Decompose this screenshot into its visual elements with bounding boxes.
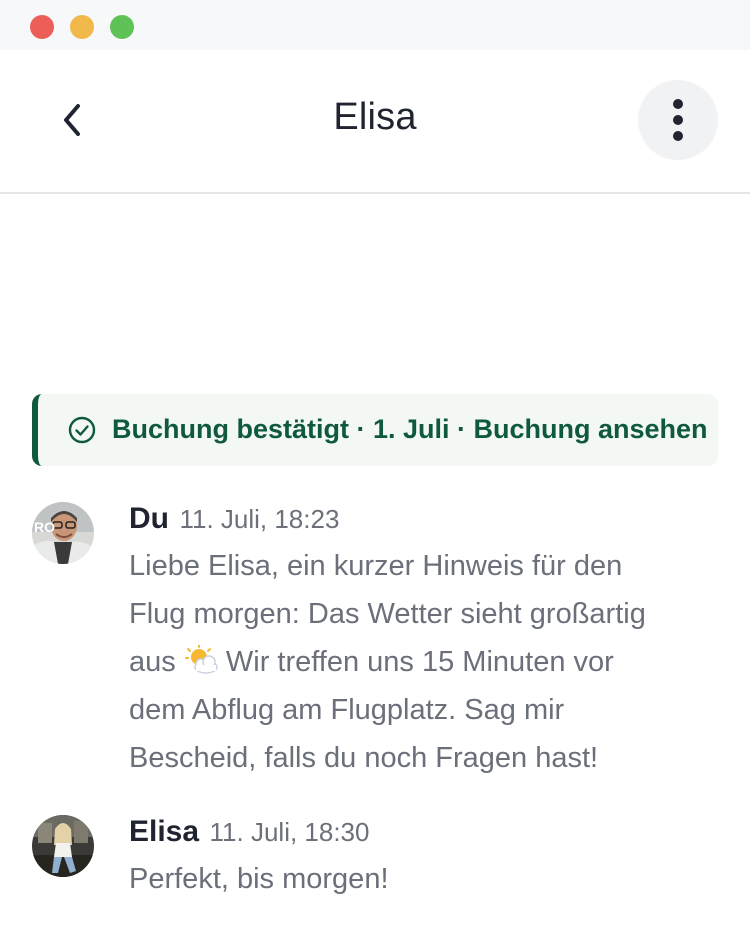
minimize-window-button[interactable] bbox=[70, 15, 94, 39]
avatar[interactable] bbox=[32, 815, 94, 877]
booking-confirmed-banner[interactable]: Buchung bestätigt · 1. Juli · Buchung an… bbox=[32, 394, 718, 466]
sun-behind-cloud-icon bbox=[184, 645, 218, 674]
message-text: Liebe Elisa, ein kurzer Hinweis für den … bbox=[129, 542, 719, 782]
user-photo bbox=[32, 815, 94, 877]
message-timestamp: 11. Juli, 18:23 bbox=[179, 504, 340, 534]
message-line: aus Wir treffen uns 15 Minuten vor bbox=[129, 645, 614, 678]
message-header: Du 11. Juli, 18:23 bbox=[129, 502, 339, 536]
svg-text:RO: RO bbox=[34, 519, 55, 535]
more-vertical-icon bbox=[673, 99, 683, 141]
message-line: Flug morgen: Das Wetter sieht großartig bbox=[129, 598, 646, 630]
chat-window: Elisa Buchung bestätigt · 1. Juli · Buch… bbox=[0, 0, 750, 944]
avatar[interactable]: RO bbox=[32, 502, 94, 564]
window-titlebar bbox=[0, 0, 750, 50]
user-photo: RO bbox=[32, 502, 94, 564]
booking-banner-text: Buchung bestätigt · 1. Juli · Buchung an… bbox=[112, 414, 708, 444]
message-line: dem Abflug am Flugplatz. Sag mir bbox=[129, 694, 565, 726]
more-options-button[interactable] bbox=[638, 80, 718, 160]
close-window-button[interactable] bbox=[30, 15, 54, 39]
conversation-header: Elisa bbox=[0, 50, 750, 194]
zoom-window-button[interactable] bbox=[110, 15, 134, 39]
message-author: Elisa bbox=[129, 815, 200, 848]
message-text: Perfekt, bis morgen! bbox=[129, 863, 389, 895]
message-header: Elisa 11. Juli, 18:30 bbox=[129, 815, 369, 849]
message-item: Elisa 11. Juli, 18:30 Perfekt, bis morge… bbox=[32, 815, 712, 915]
message-item: RO Du 11. Juli, 18:23 Liebe Elisa, ein k… bbox=[32, 502, 712, 782]
message-timestamp: 11. Juli, 18:30 bbox=[209, 817, 370, 847]
message-line: Bescheid, falls du noch Fragen hast! bbox=[129, 742, 599, 774]
check-circle-icon bbox=[68, 416, 96, 444]
message-line: Liebe Elisa, ein kurzer Hinweis für den bbox=[129, 550, 623, 582]
message-author: Du bbox=[129, 502, 169, 535]
